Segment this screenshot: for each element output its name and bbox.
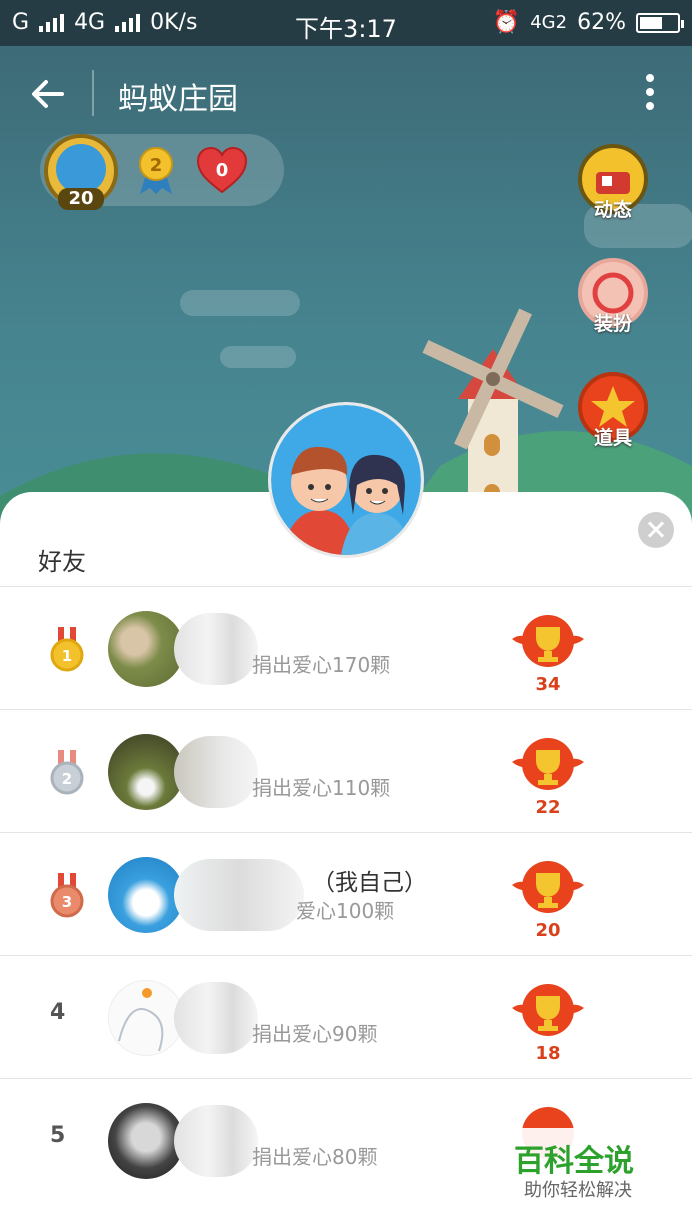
friends-avatar [268,402,424,558]
couple-illustration [271,405,421,555]
page-title: 蚂蚁庄园 [118,82,238,117]
gold-rank-medal-icon: 1 [50,627,84,672]
redacted-name [174,859,304,931]
medal-icon[interactable]: 2 [136,146,176,196]
silver-rank-medal-icon: 2 [50,750,84,795]
friends-panel: 好友 1 捐出爱心170颗 34 2 捐出爱心110颗 22 3 （我自己） 爱… [0,492,692,1230]
trophy-badge[interactable]: 20 [510,859,586,941]
avatar [108,734,184,810]
trophy-icon [512,984,584,1036]
doraemon-avatar-icon [56,144,106,194]
donation-text: 爱心100颗 [296,899,395,923]
rank-number: 1 [62,647,72,665]
rank-number: 5 [50,1123,66,1148]
medal-count: 2 [150,155,163,176]
alarm-icon: ⏰ [492,10,521,35]
level-badge[interactable]: 20 [44,134,118,210]
trophy-badge[interactable]: 22 [510,736,586,818]
trophy-count: 18 [535,1043,561,1064]
network-right: 4G2 [530,12,568,33]
avatar [108,980,184,1056]
header-divider [92,70,94,116]
list-item[interactable]: 3 （我自己） 爱心100颗 20 [0,832,692,955]
watermark: 百科全说 助你轻松解决 [494,1128,654,1208]
rank-number: 4 [50,1000,66,1025]
sketch-avatar-icon [118,988,164,1052]
donation-text: 捐出爱心80颗 [252,1145,378,1169]
trophy-count: 22 [535,797,561,818]
list-item[interactable]: 2 捐出爱心110颗 22 [0,709,692,832]
close-icon[interactable] [638,512,674,548]
watermark-subtitle: 助你轻松解决 [524,1180,632,1201]
trophy-count: 34 [535,674,561,695]
props-button[interactable]: 道具 [578,372,648,449]
bronze-rank-medal-icon: 3 [50,873,84,918]
avatar [108,1103,184,1179]
heart-count: 0 [216,160,229,181]
props-label: 道具 [593,427,632,449]
feed-label: 动态 [593,199,632,221]
rank-number: 2 [62,770,72,788]
section-title: 好友 [38,548,86,576]
user-stats: 20 2 0 [40,134,284,210]
watermark-title: 百科全说 [514,1144,634,1179]
trophy-icon [512,615,584,667]
status-bar: G 4G 0K/s 下午3:17 ⏰ 4G2 62% [0,0,692,46]
dress-up-button[interactable]: 装扮 [578,258,648,335]
heart-icon[interactable]: 0 [196,146,248,194]
redacted-name [174,736,258,808]
redacted-name [174,982,258,1054]
self-label: （我自己） [312,870,427,896]
donation-text: 捐出爱心110颗 [252,776,391,800]
redacted-name [174,1105,258,1177]
trophy-icon [512,738,584,790]
trophy-icon [512,861,584,913]
dress-up-label: 装扮 [593,313,632,335]
app-header: 蚂蚁庄园 [0,46,692,140]
donation-text: 捐出爱心90颗 [252,1022,378,1046]
back-arrow-icon[interactable] [28,74,68,114]
redacted-name [174,613,258,685]
level-number: 20 [58,188,104,210]
avatar [108,611,184,687]
list-item[interactable]: 4 捐出爱心90颗 18 [0,955,692,1078]
battery-icon [636,12,684,33]
more-menu-icon[interactable] [646,74,656,114]
trophy-badge[interactable]: 18 [510,982,586,1064]
cloud [220,346,296,368]
trophy-count: 20 [535,920,561,941]
friends-ranking-list: 1 捐出爱心170颗 34 2 捐出爱心110颗 22 3 （我自己） 爱心10… [0,586,692,1201]
avatar [108,857,184,933]
cloud [180,290,300,316]
feed-button[interactable]: 动态 [578,144,648,221]
trophy-badge[interactable]: 34 [510,613,586,695]
battery-percent: 62% [577,10,626,35]
donation-text: 捐出爱心170颗 [252,653,391,677]
rank-number: 3 [62,893,72,911]
list-item[interactable]: 1 捐出爱心170颗 34 [0,586,692,709]
